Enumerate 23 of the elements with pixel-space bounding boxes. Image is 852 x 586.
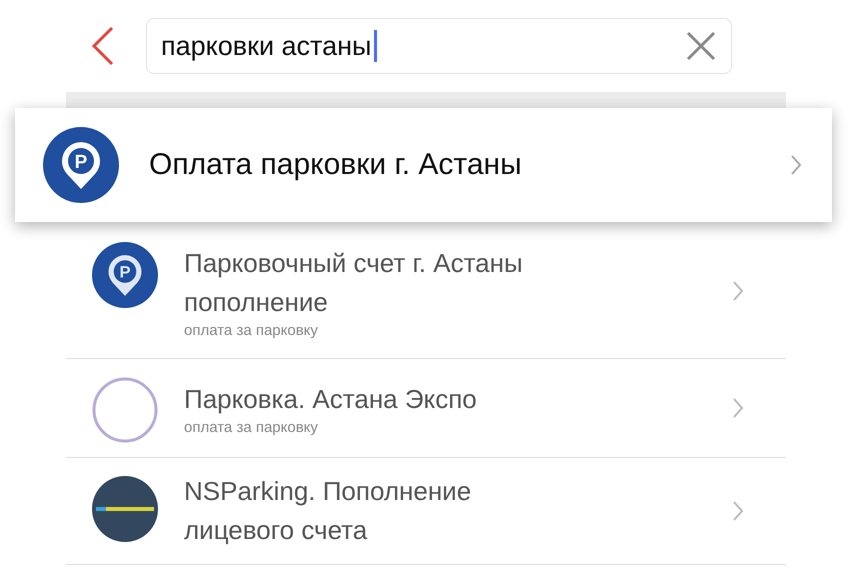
search-field[interactable]: парковки астаны <box>146 18 732 74</box>
chevron-icon <box>732 280 744 302</box>
search-text: парковки астаны <box>161 30 372 62</box>
result-category: оплата за парковку <box>184 322 319 338</box>
ring-icon <box>92 377 158 443</box>
back-icon[interactable] <box>90 26 116 66</box>
result-item[interactable]: Парковка. Астана Экспо оплата за парковку <box>66 359 786 458</box>
parking-pin-icon: P <box>43 127 119 203</box>
result-title: Парковка. Астана Экспо <box>184 383 477 416</box>
parking-pin-icon: P <box>92 242 158 308</box>
chevron-icon <box>790 154 802 176</box>
chevron-icon <box>732 397 744 419</box>
result-item[interactable]: NSParking. Пополнение лицевого счета <box>66 458 786 565</box>
text-cursor <box>374 30 378 62</box>
result-card[interactable]: P Оплата парковки г. Астаны <box>15 108 832 222</box>
chevron-icon <box>732 500 744 522</box>
logo-icon <box>92 476 158 542</box>
clear-icon[interactable] <box>685 30 717 62</box>
result-item[interactable]: P Парковочный счет г. Астаны пополнение оплата за парковку <box>66 222 786 359</box>
result-title: Парковочный счет г. Астаны пополнение <box>184 246 524 318</box>
result-title: Оплата парковки г. Астаны <box>149 148 522 182</box>
result-category: оплата за парковку <box>184 419 319 436</box>
result-title: NSParking. Пополнение лицевого счета <box>184 475 472 547</box>
